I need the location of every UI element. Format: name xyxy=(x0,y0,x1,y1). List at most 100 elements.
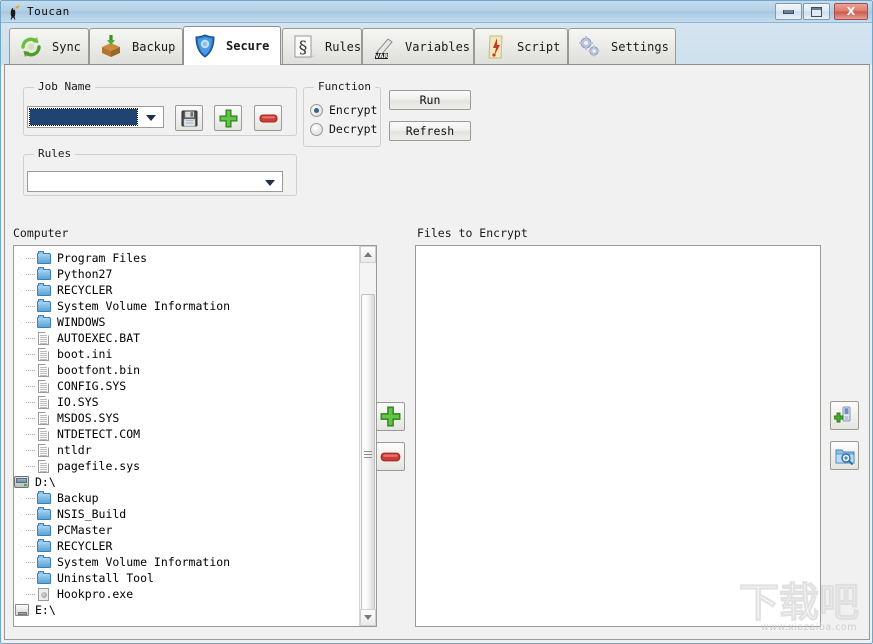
tree-node-label: NSIS_Build xyxy=(57,507,127,521)
expand-triangle-icon[interactable] xyxy=(14,490,26,506)
tab-variables[interactable]: VAR Variables xyxy=(362,28,474,65)
job-name-group-title: Job Name xyxy=(34,80,95,93)
refresh-button[interactable]: Refresh xyxy=(389,121,471,141)
add-file-button[interactable] xyxy=(830,401,859,430)
tree-connector xyxy=(26,250,36,266)
maximize-button[interactable] xyxy=(803,3,830,20)
tree-node[interactable]: pagefile.sys xyxy=(14,458,344,474)
expand-triangle-icon[interactable] xyxy=(14,266,26,282)
tree-connector xyxy=(26,490,36,506)
expand-triangle-icon[interactable] xyxy=(14,538,26,554)
tree-node[interactable]: Hookpro.exe xyxy=(14,586,344,602)
tree-node[interactable]: System Volume Information xyxy=(14,298,344,314)
file-icon xyxy=(36,410,52,426)
tree-node[interactable]: boot.ini xyxy=(14,346,344,362)
remove-from-list-button[interactable] xyxy=(376,442,405,471)
tree-node[interactable]: RECYCLER xyxy=(14,282,344,298)
expand-triangle-icon[interactable] xyxy=(14,522,26,538)
tab-script[interactable]: Script xyxy=(474,28,568,65)
minimize-icon xyxy=(783,9,794,14)
tab-rules[interactable]: § Rules xyxy=(282,28,362,65)
remove-icon xyxy=(259,114,277,122)
chevron-down-icon xyxy=(146,115,156,121)
tree-node[interactable]: AUTOEXEC.BAT xyxy=(14,330,344,346)
scroll-down-button[interactable] xyxy=(360,609,376,626)
expand-triangle-icon[interactable] xyxy=(14,250,26,266)
toucan-window: Toucan X Sync Backup Secure § Rules VAR … xyxy=(0,0,873,644)
tree-node[interactable]: System Volume Information xyxy=(14,554,344,570)
tree-node-label: CONFIG.SYS xyxy=(57,379,127,393)
tab-secure[interactable]: Secure xyxy=(183,26,281,65)
tree-node[interactable]: Program Files xyxy=(14,250,344,266)
tree-vertical-scrollbar[interactable] xyxy=(359,246,376,626)
window-title: Toucan xyxy=(27,5,70,18)
tree-node[interactable]: Python27 xyxy=(14,266,344,282)
tab-sync[interactable]: Sync xyxy=(9,28,89,65)
backup-box-icon xyxy=(98,34,124,60)
scroll-up-button[interactable] xyxy=(360,246,376,263)
secure-panel: Job Name Function Encrypt Decrypt Run Re… xyxy=(4,64,870,640)
tree-node[interactable]: RECYCLER xyxy=(14,538,344,554)
rules-combo[interactable] xyxy=(27,171,283,192)
tree-node[interactable]: E:\ xyxy=(14,602,344,618)
tree-node-label: Program Files xyxy=(57,251,148,265)
tree-node[interactable]: NTDETECT.COM xyxy=(14,426,344,442)
tree-node-label: E:\ xyxy=(35,603,56,617)
add-job-button[interactable] xyxy=(214,105,242,131)
tree-node-label: System Volume Information xyxy=(57,555,231,569)
minimize-button[interactable] xyxy=(775,3,802,20)
tree-connector xyxy=(26,506,36,522)
expand-triangle-icon[interactable] xyxy=(14,570,26,586)
save-job-button[interactable] xyxy=(175,105,203,131)
expand-triangle-icon[interactable] xyxy=(14,314,26,330)
run-button[interactable]: Run xyxy=(389,90,471,110)
tree-node[interactable]: MSDOS.SYS xyxy=(14,410,344,426)
job-name-combo[interactable] xyxy=(27,106,164,128)
tree-node[interactable]: Uninstall Tool xyxy=(14,570,344,586)
variables-pen-icon: VAR xyxy=(371,34,397,60)
tree-connector xyxy=(26,394,36,410)
tree-node[interactable]: NSIS_Build xyxy=(14,506,344,522)
shield-icon xyxy=(192,33,218,59)
expand-triangle-icon[interactable] xyxy=(14,282,26,298)
tree-node-label: bootfont.bin xyxy=(57,363,141,377)
svg-text:VAR: VAR xyxy=(375,53,389,60)
browse-folder-button[interactable] xyxy=(830,441,859,470)
tree-node[interactable]: PCMaster xyxy=(14,522,344,538)
computer-tree[interactable]: Program Files Python27 RECYCLER System Volu… xyxy=(13,245,377,627)
tab-label: Secure xyxy=(226,39,270,53)
tree-node-label: RECYCLER xyxy=(57,283,113,297)
tree-node[interactable]: ntldr xyxy=(14,442,344,458)
tree-node-label: RECYCLER xyxy=(57,539,113,553)
tab-label: Script xyxy=(517,40,561,54)
tree-node[interactable]: bootfont.bin xyxy=(14,362,344,378)
tree-node[interactable]: Backup xyxy=(14,490,344,506)
tree-node[interactable]: IO.SYS xyxy=(14,394,344,410)
expand-triangle-icon[interactable] xyxy=(14,506,26,522)
tab-settings[interactable]: Settings xyxy=(568,28,676,65)
radio-encrypt[interactable]: Encrypt xyxy=(310,103,377,117)
radio-decrypt[interactable]: Decrypt xyxy=(310,122,377,136)
tree-node[interactable]: CONFIG.SYS xyxy=(14,378,344,394)
file-icon xyxy=(36,330,52,346)
add-green-plus-icon xyxy=(380,406,401,427)
tree-node[interactable]: WINDOWS xyxy=(14,314,344,330)
tree-connector xyxy=(26,314,36,330)
chevron-down-icon xyxy=(265,179,275,186)
tree-node[interactable]: D:\ xyxy=(14,474,344,490)
close-button[interactable]: X xyxy=(834,3,868,20)
tree-node-label: NTDETECT.COM xyxy=(57,427,141,441)
add-to-list-button[interactable] xyxy=(376,402,405,431)
files-to-encrypt-list[interactable] xyxy=(415,245,821,627)
tree-connector xyxy=(26,378,36,394)
tab-backup[interactable]: Backup xyxy=(89,28,183,65)
scrollbar-thumb[interactable] xyxy=(361,294,375,616)
add-file-icon xyxy=(833,406,850,422)
hard-drive-icon xyxy=(14,474,30,490)
remove-job-button[interactable] xyxy=(254,105,282,131)
